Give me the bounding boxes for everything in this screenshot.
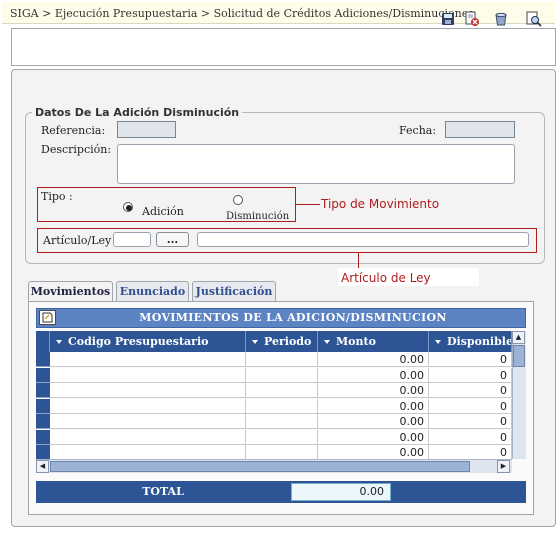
cell-codigo[interactable] [50,383,246,398]
cell-monto[interactable]: 0.00 [318,430,429,445]
row-selector[interactable] [36,383,50,398]
cell-periodo[interactable] [246,368,318,383]
tipo-annotation: Tipo de Movimiento [321,197,440,211]
row-header-corner [36,331,50,352]
scroll-left-icon[interactable]: ◀ [36,460,49,473]
radio-disminucion[interactable] [233,195,243,205]
cell-disponible[interactable]: 0 [429,383,512,398]
grid-title: MOVIMIENTOS DE LA ADICION/DISMINUCION [139,311,447,324]
tab-justificacion[interactable]: Justificación [192,281,276,301]
column-header-disponible[interactable]: Disponible [429,331,512,352]
radio-adicion-label: Adición [142,205,184,218]
row-selector[interactable] [36,414,50,429]
cell-disponible[interactable]: 0 [429,399,512,414]
breadcrumb: SIGA > Ejecución Presupuestaria > Solici… [10,7,474,20]
toolbar [11,28,556,66]
cell-codigo[interactable] [50,414,246,429]
cell-periodo[interactable] [246,445,318,460]
radio-disminucion-label: Disminución [226,211,290,222]
cell-periodo[interactable] [246,430,318,445]
sort-arrow-icon [324,339,330,344]
cell-disponible[interactable]: 0 [429,368,512,383]
cell-codigo[interactable] [50,430,246,445]
cell-monto[interactable]: 0.00 [318,352,429,367]
column-header-codigo[interactable]: Codigo Presupuestario [50,331,246,352]
referencia-field[interactable] [117,121,176,138]
cell-disponible[interactable]: 0 [429,414,512,429]
cell-periodo[interactable] [246,383,318,398]
articulo-lookup-button[interactable]: ... [156,232,189,247]
total-label: TOTAL [142,485,184,498]
referencia-label: Referencia: [41,124,106,137]
row-selector[interactable] [36,368,50,383]
tipo-annotation-line [296,204,320,205]
cell-periodo[interactable] [246,352,318,367]
cell-codigo[interactable] [50,399,246,414]
articulo-annotation-line [358,253,359,268]
articulo-code-field[interactable] [113,232,151,247]
tipo-label: Tipo : [41,190,73,203]
cell-disponible[interactable]: 0 [429,352,512,367]
cell-monto[interactable]: 0.00 [318,445,429,460]
cell-monto[interactable]: 0.00 [318,383,429,398]
preview-icon[interactable] [526,11,542,27]
sort-arrow-icon [435,339,441,344]
section-legend: Datos De La Adición Disminución [32,106,243,119]
cell-codigo[interactable] [50,352,246,367]
sort-arrow-icon [252,339,258,344]
cell-monto[interactable]: 0.00 [318,368,429,383]
row-selector[interactable] [36,352,50,367]
vertical-scroll-thumb[interactable] [513,345,525,367]
horizontal-scroll-thumb[interactable] [50,461,470,472]
articulo-annotation: Artículo de Ley [341,271,431,285]
total-value: 0.00 [291,483,391,501]
cell-monto[interactable]: 0.00 [318,399,429,414]
radio-adicion[interactable] [123,202,133,212]
articulo-description-field[interactable] [197,232,529,247]
row-selector[interactable] [36,430,50,445]
cell-disponible[interactable]: 0 [429,430,512,445]
cell-codigo[interactable] [50,445,246,460]
articulo-label: Artículo/Ley [43,234,112,247]
cell-monto[interactable]: 0.00 [318,414,429,429]
scroll-up-icon[interactable]: ▲ [512,331,525,344]
cell-periodo[interactable] [246,399,318,414]
sort-arrow-icon [56,339,62,344]
tab-movimientos[interactable]: Movimientos [28,281,113,302]
tab-enunciado[interactable]: Enunciado [116,281,189,301]
bucket-icon[interactable] [493,11,509,27]
column-header-monto[interactable]: Monto [318,331,429,352]
save-icon[interactable] [440,11,456,27]
cell-codigo[interactable] [50,368,246,383]
delete-icon[interactable] [464,11,480,27]
cell-disponible[interactable]: 0 [429,445,512,460]
descripcion-label: Descripción: [41,143,112,156]
row-selector[interactable] [36,445,50,460]
column-header-periodo[interactable]: Periodo [246,331,318,352]
cell-periodo[interactable] [246,414,318,429]
scroll-right-icon[interactable]: ▶ [497,460,510,473]
descripcion-textarea[interactable] [117,144,515,184]
fecha-label: Fecha: [399,124,437,137]
row-selector[interactable] [36,399,50,414]
note-icon[interactable] [39,310,56,325]
fecha-field[interactable] [445,121,515,138]
